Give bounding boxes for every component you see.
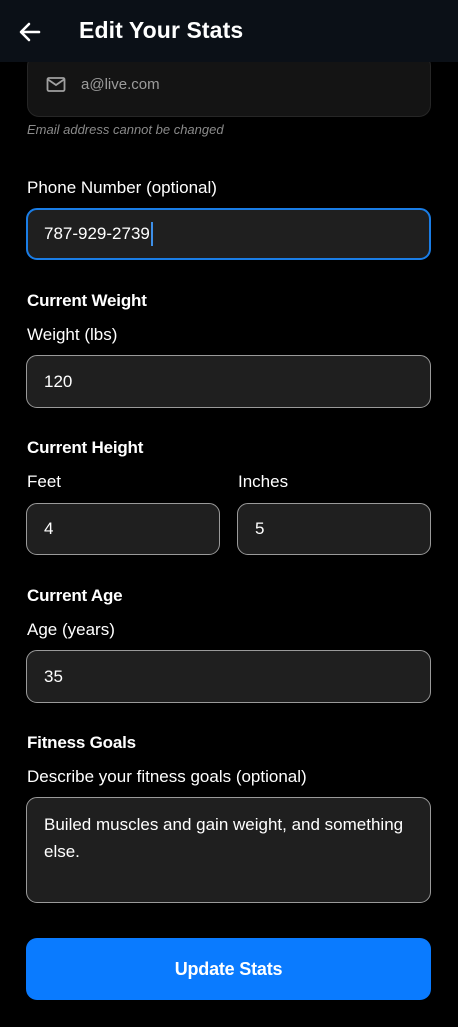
mail-icon	[46, 77, 66, 92]
age-input[interactable]: 35	[26, 650, 431, 703]
goals-label: Describe your fitness goals (optional)	[27, 767, 307, 786]
age-value: 35	[44, 666, 63, 686]
feet-value: 4	[44, 519, 54, 538]
feet-label: Feet	[27, 472, 62, 491]
feet-input[interactable]: 4	[26, 503, 220, 555]
edit-stats-screen: a@live.com Email address cannot be chang…	[0, 0, 458, 1027]
email-note: Email address cannot be changed	[27, 122, 224, 137]
text-caret	[150, 222, 153, 246]
phone-input[interactable]: 787-929-2739	[26, 208, 431, 260]
app-header: Edit Your Stats	[0, 0, 458, 62]
weight-input[interactable]: 120	[26, 355, 431, 408]
height-section-title: Current Height	[27, 438, 144, 457]
back-button[interactable]	[14, 16, 46, 48]
inches-label: Inches	[238, 472, 289, 491]
phone-label: Phone Number (optional)	[27, 178, 217, 197]
goals-section-title: Fitness Goals	[27, 733, 136, 752]
update-stats-button[interactable]: Update Stats	[26, 938, 431, 1000]
age-label: Age (years)	[27, 620, 115, 639]
weight-label: Weight (lbs)	[27, 325, 118, 344]
age-section-title: Current Age	[27, 586, 123, 605]
email-value: a@live.com	[81, 76, 160, 93]
goals-value: Builed muscles and gain weight, and some…	[44, 815, 404, 861]
goals-textarea[interactable]: Builed muscles and gain weight, and some…	[26, 797, 431, 903]
inches-value: 5	[255, 519, 265, 538]
weight-value: 120	[44, 371, 73, 391]
arrow-left-icon	[19, 22, 41, 42]
phone-value: 787-929-2739	[44, 224, 150, 243]
update-stats-label: Update Stats	[174, 958, 283, 979]
weight-section-title: Current Weight	[27, 291, 147, 310]
page-title: Edit Your Stats	[79, 17, 244, 43]
inches-input[interactable]: 5	[237, 503, 431, 555]
